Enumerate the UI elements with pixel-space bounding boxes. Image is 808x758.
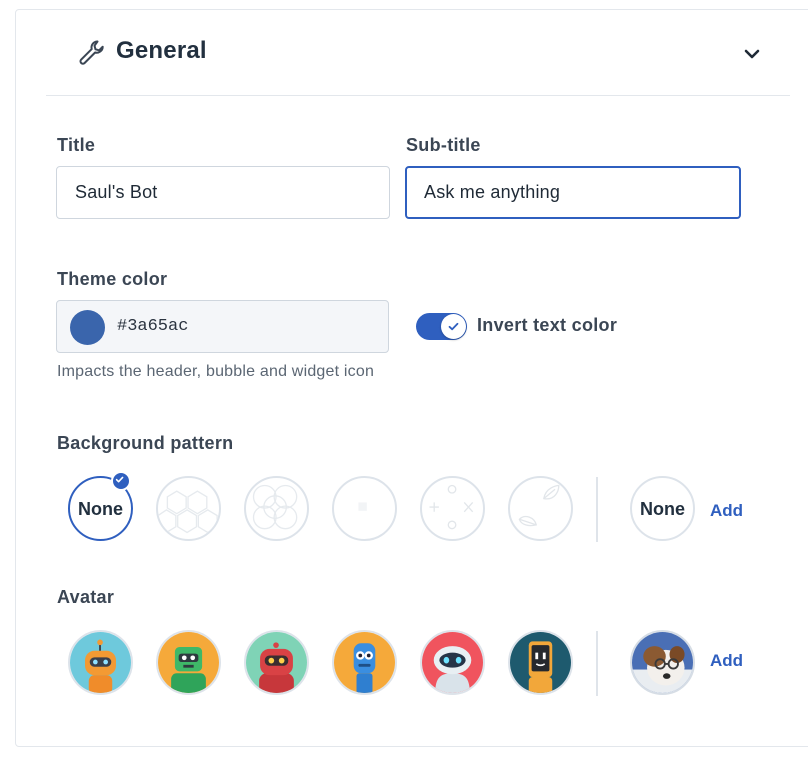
add-pattern-link[interactable]: Add — [710, 501, 743, 521]
title-label: Title — [57, 135, 96, 155]
theme-color-field[interactable]: #3a65ac — [56, 300, 389, 353]
pattern-custom-label: None — [640, 499, 685, 519]
pattern-hexagon-option[interactable] — [156, 476, 221, 541]
wrench-icon — [79, 40, 104, 65]
red-robot-avatar[interactable] — [244, 630, 309, 695]
color-hex-value: #3a65ac — [117, 317, 189, 336]
pattern-custom-option[interactable]: None — [630, 476, 695, 541]
square-dot-pattern-icon — [358, 502, 367, 511]
leaf-pattern-icon — [518, 484, 560, 527]
pattern-plus-cross-option[interactable] — [420, 476, 485, 541]
title-input[interactable] — [56, 166, 390, 219]
invert-text-toggle[interactable] — [416, 313, 467, 340]
color-swatch[interactable] — [70, 310, 105, 345]
background-pattern-label: Background pattern — [57, 433, 234, 453]
circle-lattice-pattern-icon — [252, 484, 298, 530]
section-header[interactable]: General — [46, 10, 790, 96]
toggle-knob — [441, 314, 466, 339]
selected-check-icon — [111, 471, 131, 491]
add-avatar-link[interactable]: Add — [710, 651, 743, 671]
orange-robot-avatar[interactable] — [68, 630, 133, 695]
avatar-divider — [596, 631, 598, 696]
plus-cross-pattern-icon — [429, 484, 474, 530]
subtitle-label: Sub-title — [406, 135, 481, 155]
hexagon-pattern-icon — [158, 490, 218, 534]
green-robot-avatar[interactable] — [156, 630, 221, 695]
theme-help-text: Impacts the header, bubble and widget ic… — [57, 363, 375, 380]
chevron-down-icon[interactable] — [743, 45, 761, 63]
subtitle-input[interactable] — [405, 166, 741, 219]
dog-photo-avatar[interactable] — [630, 630, 695, 695]
pattern-square-dot-option[interactable] — [332, 476, 397, 541]
pattern-none-label: None — [78, 499, 123, 519]
theme-color-label: Theme color — [57, 269, 168, 289]
section-title: General — [116, 37, 207, 64]
check-icon — [448, 322, 459, 331]
blue-robot-avatar[interactable] — [332, 630, 397, 695]
invert-text-label: Invert text color — [477, 315, 618, 335]
avatar-label: Avatar — [57, 587, 115, 607]
pattern-circle-lattice-option[interactable] — [244, 476, 309, 541]
pattern-divider — [596, 477, 598, 542]
phone-robot-avatar[interactable] — [508, 630, 573, 695]
pattern-leaf-option[interactable] — [508, 476, 573, 541]
white-robot-avatar[interactable] — [420, 630, 485, 695]
